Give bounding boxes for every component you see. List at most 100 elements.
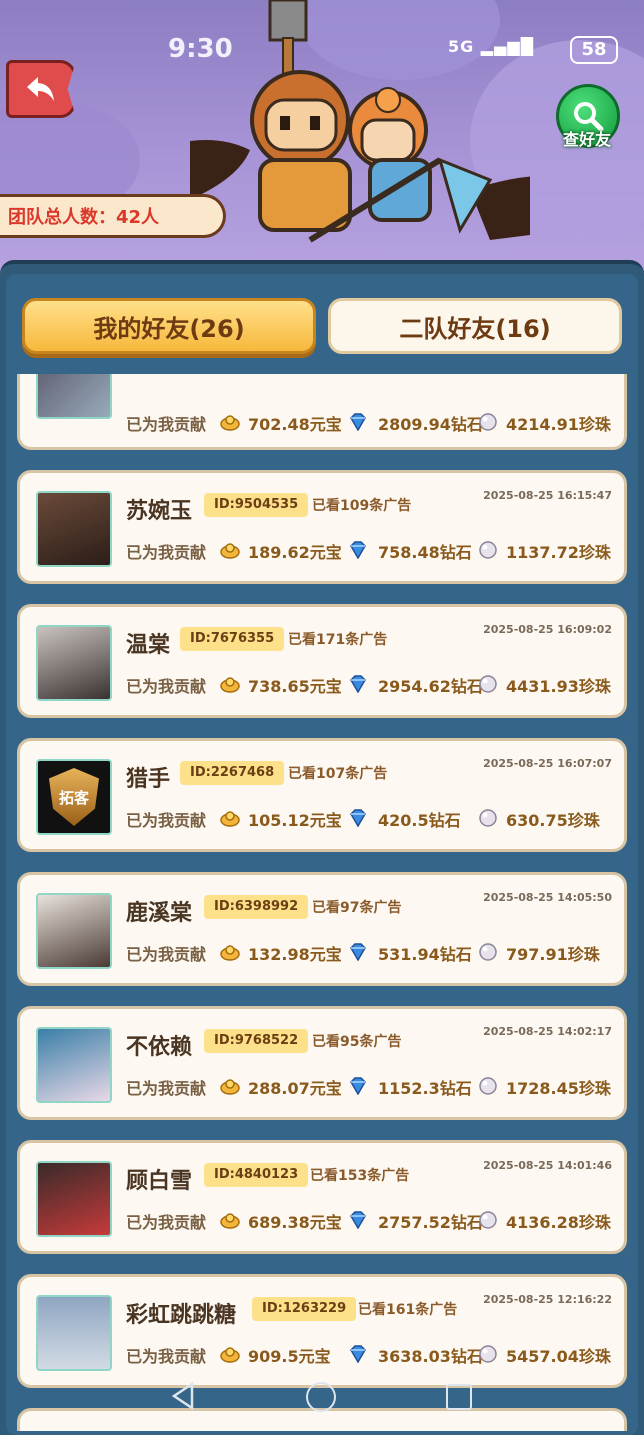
gold-value: 288.07元宝	[248, 1079, 342, 1098]
pearl-icon	[479, 1077, 497, 1095]
diamond-value: 531.94钻石	[378, 945, 472, 964]
join-time: 2025-08-25 12:16:22	[483, 1293, 612, 1306]
ads-watched: 已看95条广告	[312, 1034, 402, 1050]
list-item[interactable]: 顾白雪 ID:4840123 已看153条广告 2025-08-25 14:01…	[17, 1140, 627, 1254]
ads-watched: 已看171条广告	[288, 632, 388, 648]
friend-name: 温棠	[126, 633, 171, 658]
gold-ingot-icon	[220, 1213, 240, 1229]
pearl-icon	[479, 675, 497, 693]
join-time: 2025-08-25 14:05:50	[483, 891, 612, 904]
contributed-label: 已为我贡献	[126, 677, 207, 696]
ads-watched: 已看109条广告	[312, 498, 412, 514]
nav-recents-icon[interactable]	[446, 1384, 472, 1410]
status-time: 9:30	[168, 34, 233, 64]
gold-ingot-icon	[220, 543, 240, 559]
avatar	[36, 1295, 112, 1371]
friend-name: 彩虹跳跳糖	[126, 1303, 237, 1328]
list-item[interactable]: 温棠 ID:7676355 已看171条广告 2025-08-25 16:09:…	[17, 604, 627, 718]
back-button[interactable]	[6, 60, 76, 118]
pearl-value: 4136.28珍珠	[506, 1213, 611, 1232]
avatar	[36, 625, 112, 701]
avatar	[36, 374, 112, 419]
pearl-value: 5457.04珍珠	[506, 1347, 611, 1366]
diamond-icon	[350, 675, 366, 693]
contributed-label: 已为我贡献	[126, 1213, 207, 1232]
gold-value: 105.12元宝	[248, 811, 342, 830]
contributed-label: 已为我贡献	[126, 1347, 207, 1366]
gold-value: 689.38元宝	[248, 1213, 342, 1232]
pearl-value: 4431.93珍珠	[506, 677, 611, 696]
friend-name: 不依赖	[126, 1035, 193, 1060]
friend-name: 鹿溪棠	[126, 901, 193, 926]
diamond-icon	[350, 541, 366, 559]
diamond-icon	[350, 809, 366, 827]
gold-ingot-icon	[220, 415, 240, 431]
join-time: 2025-08-25 16:09:02	[483, 623, 612, 636]
contributed-label: 已为我贡献	[126, 1079, 207, 1098]
contributed-label: 已为我贡献	[126, 415, 207, 434]
status-bar: 9:30 5G ▂▄▆█ 58	[0, 0, 644, 80]
diamond-value: 758.48钻石	[378, 543, 472, 562]
gold-value: 738.65元宝	[248, 677, 342, 696]
contributed-label: 已为我贡献	[126, 945, 207, 964]
shield-badge-icon: 拓客	[49, 768, 99, 826]
diamond-value: 2757.52钻石	[378, 1213, 483, 1232]
gold-ingot-icon	[220, 677, 240, 693]
gold-value: 132.98元宝	[248, 945, 342, 964]
ads-watched: 已看107条广告	[288, 766, 388, 782]
diamond-icon	[350, 1345, 366, 1363]
diamond-icon	[350, 943, 366, 961]
gold-value: 189.62元宝	[248, 543, 342, 562]
diamond-value: 2809.94钻石	[378, 415, 483, 434]
pearl-icon	[479, 1211, 497, 1229]
ads-watched: 已看161条广告	[358, 1302, 458, 1318]
pearl-icon	[479, 1345, 497, 1363]
pearl-value: 1728.45珍珠	[506, 1079, 611, 1098]
join-time: 2025-08-25 16:07:07	[483, 757, 612, 770]
avatar	[36, 1027, 112, 1103]
friend-id-badge: ID:1263229	[252, 1297, 357, 1321]
pearl-value: 630.75珍珠	[506, 811, 600, 830]
join-time: 2025-08-25 14:02:17	[483, 1025, 612, 1038]
tab-my-friends[interactable]: 我的好友(26)	[22, 298, 316, 354]
diamond-icon	[350, 413, 366, 431]
nav-back-icon[interactable]	[170, 1382, 198, 1410]
friend-id-badge: ID:2267468	[180, 761, 285, 785]
friend-id-badge: ID:6398992	[204, 895, 309, 919]
friend-name: 猎手	[126, 767, 171, 792]
gold-ingot-icon	[220, 945, 240, 961]
diamond-value: 2954.62钻石	[378, 677, 483, 696]
tab-second-team-friends[interactable]: 二队好友(16)	[328, 298, 622, 354]
list-item[interactable]: 程程 已为我贡献 702.48元宝 2809.94钻石 4214.91珍珠	[17, 374, 627, 450]
list-item[interactable]: 拓客 猎手 ID:2267468 已看107条广告 2025-08-25 16:…	[17, 738, 627, 852]
friend-name: 苏婉玉	[126, 499, 193, 524]
pearl-icon	[479, 809, 497, 827]
list-item[interactable]: 苏婉玉 ID:9504535 已看109条广告 2025-08-25 16:15…	[17, 470, 627, 584]
friends-list[interactable]: 程程 已为我贡献 702.48元宝 2809.94钻石 4214.91珍珠 苏婉…	[0, 374, 644, 1431]
pearl-icon	[479, 541, 497, 559]
ads-watched: 已看97条广告	[312, 900, 402, 916]
nav-home-icon[interactable]	[306, 1382, 336, 1412]
team-total-badge: 团队总人数：42人	[0, 194, 226, 238]
pearl-value: 1137.72珍珠	[506, 543, 611, 562]
avatar	[36, 893, 112, 969]
system-nav-bar	[0, 1370, 644, 1431]
pearl-value: 797.91珍珠	[506, 945, 600, 964]
join-time: 2025-08-25 16:15:47	[483, 489, 612, 502]
gold-ingot-icon	[220, 811, 240, 827]
pearl-icon	[479, 943, 497, 961]
find-friends-label[interactable]: 查好友	[552, 126, 622, 150]
battery-icon: 58	[570, 36, 618, 64]
friend-id-badge: ID:7676355	[180, 627, 285, 651]
gold-value: 702.48元宝	[248, 415, 342, 434]
signal-icon: 5G ▂▄▆█	[447, 37, 534, 56]
friend-id-badge: ID:9768522	[204, 1029, 309, 1053]
contributed-label: 已为我贡献	[126, 543, 207, 562]
friend-id-badge: ID:9504535	[204, 493, 309, 517]
gold-ingot-icon	[220, 1347, 240, 1363]
diamond-value: 420.5钻石	[378, 811, 461, 830]
avatar: 拓客	[36, 759, 112, 835]
list-item[interactable]: 鹿溪棠 ID:6398992 已看97条广告 2025-08-25 14:05:…	[17, 872, 627, 986]
list-item[interactable]: 不依赖 ID:9768522 已看95条广告 2025-08-25 14:02:…	[17, 1006, 627, 1120]
back-arrow-icon	[27, 77, 54, 101]
